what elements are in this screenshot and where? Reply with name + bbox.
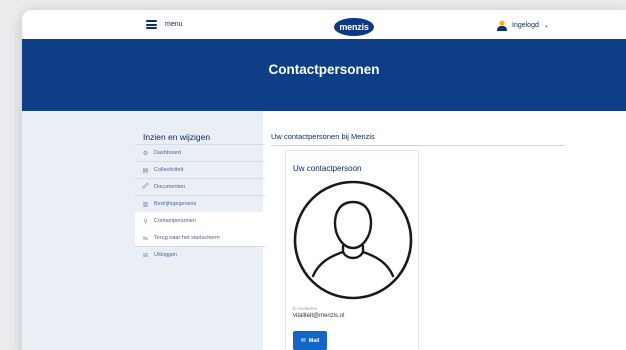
browser-page: menu menzis Ingelogd ⌄ Contactpersonen I…: [22, 10, 626, 350]
top-bar: menu menzis Ingelogd ⌄: [22, 10, 626, 39]
sidebar-item-uitloggen[interactable]: ⊞ Uitloggen: [135, 246, 265, 263]
user-menu-button[interactable]: Ingelogd ⌄: [496, 20, 549, 31]
mail-button-label: Mail: [308, 337, 320, 344]
sidebar-item-bedrijfsgegevens[interactable]: ▥ Bedrijfsgegevens: [135, 195, 265, 212]
chevron-down-icon: ⌄: [543, 23, 549, 29]
logo-text: menzis: [339, 22, 369, 32]
section-title: Uw contactpersonen bij Menzis: [271, 132, 375, 141]
sidebar-item-label: Terug naar het startscherm: [154, 235, 220, 241]
user-icon: [497, 20, 507, 31]
menu-label: menu: [165, 21, 183, 28]
documents-icon: 🖉: [142, 184, 149, 190]
sidebar-item-label: Bedrijfsgegevens: [154, 201, 197, 207]
sidebar-title: Inzien en wijzigen: [143, 132, 211, 142]
login-status-label: Ingelogd: [512, 22, 539, 29]
menu-button[interactable]: menu: [146, 20, 183, 29]
back-icon: ⇆: [142, 235, 149, 242]
email-label: E-mailadres: [293, 306, 318, 311]
sidebar-item-collectiviteit[interactable]: ▤ Collectiviteit: [135, 161, 265, 178]
hamburger-icon: [146, 20, 157, 29]
section-divider: [271, 145, 565, 146]
collectivity-icon: ▤: [142, 167, 149, 174]
logout-icon: ⊞: [142, 252, 149, 259]
sidebar-item-documenten[interactable]: 🖉 Documenten: [135, 178, 265, 195]
sidebar-item-contactpersonen[interactable]: ⚲ Contactpersonen: [135, 212, 265, 229]
page-title: Contactpersonen: [268, 62, 380, 77]
page-banner: Contactpersonen: [22, 39, 626, 111]
contacts-icon: ⚲: [143, 218, 148, 225]
mail-button[interactable]: ✉ Mail: [293, 331, 327, 350]
email-value[interactable]: vitaliteit@menzis.nl: [293, 313, 344, 319]
sidebar-item-label: Contactpersonen: [154, 218, 196, 224]
sidebar-item-label: Dashboard: [154, 150, 181, 156]
contact-card-title: Uw contactpersoon: [293, 164, 362, 173]
dashboard-icon: ⚙: [142, 150, 149, 157]
contact-card: Uw contactpersoon E-mailadres vitaliteit…: [285, 150, 419, 350]
sidebar-item-terug-naar-startscherm[interactable]: ⇆ Terug naar het startscherm: [135, 229, 265, 246]
avatar-icon: [293, 180, 413, 300]
mail-icon: ✉: [300, 338, 306, 344]
sidebar-item-label: Uitloggen: [154, 252, 178, 258]
sidebar-item-label: Collectiviteit: [154, 167, 184, 173]
sidebar-item-dashboard[interactable]: ⚙ Dashboard: [135, 144, 265, 161]
sidebar-item-label: Documenten: [154, 184, 186, 190]
company-icon: ▥: [142, 201, 149, 208]
sidebar-nav: ⚙ Dashboard ▤ Collectiviteit 🖉 Documente…: [135, 144, 265, 263]
menzis-logo[interactable]: menzis: [334, 18, 374, 36]
